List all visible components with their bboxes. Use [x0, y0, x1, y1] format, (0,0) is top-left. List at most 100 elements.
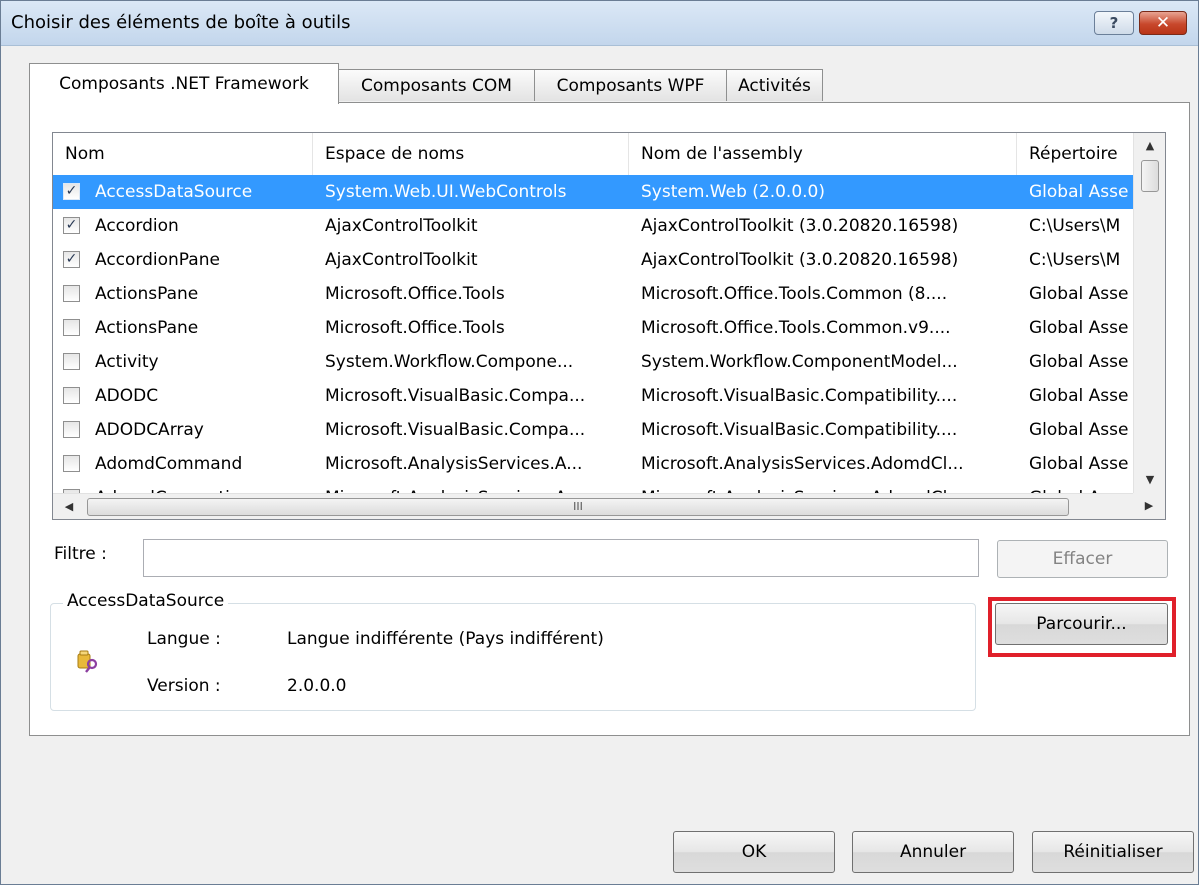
close-icon: ✕	[1155, 13, 1171, 33]
checkbox[interactable]	[63, 455, 80, 472]
cell-name: ADODCArray	[95, 420, 204, 440]
reset-button[interactable]: Réinitialiser	[1032, 831, 1194, 873]
cell-directory: Global Asse	[1029, 352, 1129, 372]
cell-directory: Global Asse	[1029, 284, 1129, 304]
cell-namespace: AjaxControlToolkit	[325, 216, 478, 236]
vertical-scroll-thumb[interactable]	[1141, 160, 1159, 192]
title-bar[interactable]: Choisir des éléments de boîte à outils ?…	[1, 1, 1198, 46]
scroll-up-icon[interactable]: ▲	[1134, 133, 1165, 159]
column-header-name[interactable]: Nom	[53, 133, 313, 175]
filter-input[interactable]	[143, 539, 979, 577]
checkbox[interactable]	[63, 319, 80, 336]
checkbox[interactable]	[63, 421, 80, 438]
cell-assembly: Microsoft.AnalysisServices.AdomdCl...	[641, 481, 1013, 493]
horizontal-scroll-thumb[interactable]: III	[87, 498, 1069, 516]
cell-name: AccessDataSource	[95, 182, 253, 202]
cell-directory: C:\Users\M	[1029, 216, 1121, 236]
tab-label: Composants WPF	[556, 75, 705, 96]
horizontal-scrollbar[interactable]: ◀ III	[53, 493, 1133, 519]
browse-button[interactable]: Parcourir...	[995, 603, 1168, 645]
tab-panel: Nom Espace de noms Nom de l'assembly Rép…	[29, 102, 1190, 736]
column-header-directory[interactable]: Répertoire	[1017, 133, 1133, 175]
checkbox[interactable]	[63, 353, 80, 370]
tab-com[interactable]: Composants COM	[338, 69, 535, 101]
details-group: AccessDataSource Langue : Langue indiffé…	[50, 591, 976, 711]
table-row[interactable]: ✓ AccessDataSource System.Web.UI.WebContro…	[53, 175, 1133, 209]
tab-activities[interactable]: Activités	[726, 69, 823, 101]
cell-directory: Global Asse	[1029, 454, 1129, 474]
checked-checkbox[interactable]: ✓	[63, 183, 80, 200]
cell-namespace: System.Workflow.Compone...	[325, 352, 574, 372]
help-button[interactable]: ?	[1094, 11, 1134, 35]
checkbox[interactable]	[63, 387, 80, 404]
close-button[interactable]: ✕	[1139, 11, 1187, 35]
cell-name: ActionsPane	[95, 318, 199, 338]
cell-directory: Global Asse	[1029, 182, 1129, 202]
language-value: Langue indifférente (Pays indifférent)	[287, 629, 604, 649]
table-row[interactable]: ✓ AccordionPane AjaxControlToolkit AjaxCont…	[53, 243, 1133, 277]
cell-namespace: Microsoft.Office.Tools	[325, 284, 505, 304]
table-row[interactable]: AdomdCommand Microsoft.AnalysisServices.A…	[53, 447, 1133, 481]
column-header-assembly[interactable]: Nom de l'assembly	[629, 133, 1017, 175]
checkbox[interactable]	[63, 285, 80, 302]
help-icon: ?	[1109, 14, 1119, 32]
checked-checkbox[interactable]: ✓	[63, 217, 80, 234]
table-row[interactable]: AdomdConnection Microsoft.AnalysisService…	[53, 481, 1133, 493]
cancel-button[interactable]: Annuler	[852, 831, 1014, 873]
scroll-right-icon[interactable]: ▶	[1133, 493, 1165, 519]
cell-assembly: System.Web (2.0.0.0)	[641, 182, 826, 202]
tab-label: Composants .NET Framework	[59, 74, 309, 94]
cell-name: AdomdCommand	[95, 454, 243, 474]
cell-name: AdomdConnection	[95, 481, 315, 493]
cell-assembly: Microsoft.AnalysisServices.AdomdCl...	[641, 454, 964, 474]
cell-assembly: System.Workflow.ComponentModel...	[641, 352, 958, 372]
cell-namespace: Microsoft.AnalysisServices.A...	[325, 454, 583, 474]
cell-name: ActionsPane	[95, 284, 199, 304]
cell-assembly: Microsoft.Office.Tools.Common.v9....	[641, 318, 951, 338]
cell-assembly: Microsoft.Office.Tools.Common (8....	[641, 284, 948, 304]
cell-namespace: Microsoft.AnalysisServices.A...	[325, 481, 625, 493]
version-label: Version :	[147, 676, 221, 696]
list-header: Nom Espace de noms Nom de l'assembly Rép…	[53, 133, 1133, 175]
tab-net-framework[interactable]: Composants .NET Framework	[29, 63, 339, 104]
table-row[interactable]: ADODCArray Microsoft.VisualBasic.Compa...…	[53, 413, 1133, 447]
cell-namespace: Microsoft.VisualBasic.Compa...	[325, 386, 586, 406]
column-header-namespace[interactable]: Espace de noms	[313, 133, 629, 175]
cell-name: Activity	[95, 352, 159, 372]
cell-namespace: AjaxControlToolkit	[325, 250, 478, 270]
table-row[interactable]: ✓ Accordion AjaxControlToolkit AjaxControlT…	[53, 209, 1133, 243]
cell-assembly: Microsoft.VisualBasic.Compatibility....	[641, 386, 958, 406]
table-row[interactable]: ActionsPane Microsoft.Office.Tools Microso…	[53, 311, 1133, 345]
list-rows: ✓ AccessDataSource System.Web.UI.WebContro…	[53, 175, 1133, 493]
cell-namespace: Microsoft.VisualBasic.Compa...	[325, 420, 586, 440]
tab-wpf[interactable]: Composants WPF	[534, 69, 727, 101]
vertical-scrollbar[interactable]: ▲ ▼	[1133, 133, 1165, 493]
checked-checkbox[interactable]: ✓	[63, 251, 80, 268]
table-row[interactable]: Activity System.Workflow.Compone... System…	[53, 345, 1133, 379]
components-list[interactable]: Nom Espace de noms Nom de l'assembly Rép…	[52, 132, 1166, 520]
scroll-left-icon[interactable]: ◀	[53, 494, 85, 519]
version-value: 2.0.0.0	[287, 676, 347, 696]
cell-name: ADODC	[95, 386, 159, 406]
cell-assembly: AjaxControlToolkit (3.0.20820.16598)	[641, 250, 959, 270]
dialog-window: Choisir des éléments de boîte à outils ?…	[0, 0, 1199, 885]
tab-label: Composants COM	[361, 75, 512, 96]
filter-label: Filtre :	[54, 544, 107, 564]
ok-button[interactable]: OK	[673, 831, 835, 873]
cell-directory: Global Asse	[1029, 420, 1129, 440]
table-row[interactable]: ADODC Microsoft.VisualBasic.Compa... Micro…	[53, 379, 1133, 413]
cell-namespace: Microsoft.Office.Tools	[325, 318, 505, 338]
scroll-down-icon[interactable]: ▼	[1134, 467, 1165, 493]
details-group-title: AccessDataSource	[63, 591, 229, 611]
clear-button[interactable]: Effacer	[997, 540, 1168, 578]
table-row[interactable]: ActionsPane Microsoft.Office.Tools Microso…	[53, 277, 1133, 311]
cell-name: Accordion	[95, 216, 179, 236]
cell-directory: Global Asse	[1029, 481, 1133, 493]
tab-label: Activités	[738, 75, 811, 96]
grip-icon: III	[573, 500, 583, 513]
cell-directory: Global Asse	[1029, 386, 1129, 406]
cell-directory: Global Asse	[1029, 318, 1129, 338]
cell-name: AccordionPane	[95, 250, 220, 270]
cell-namespace: System.Web.UI.WebControls	[325, 182, 567, 202]
window-title: Choisir des éléments de boîte à outils	[11, 12, 351, 33]
